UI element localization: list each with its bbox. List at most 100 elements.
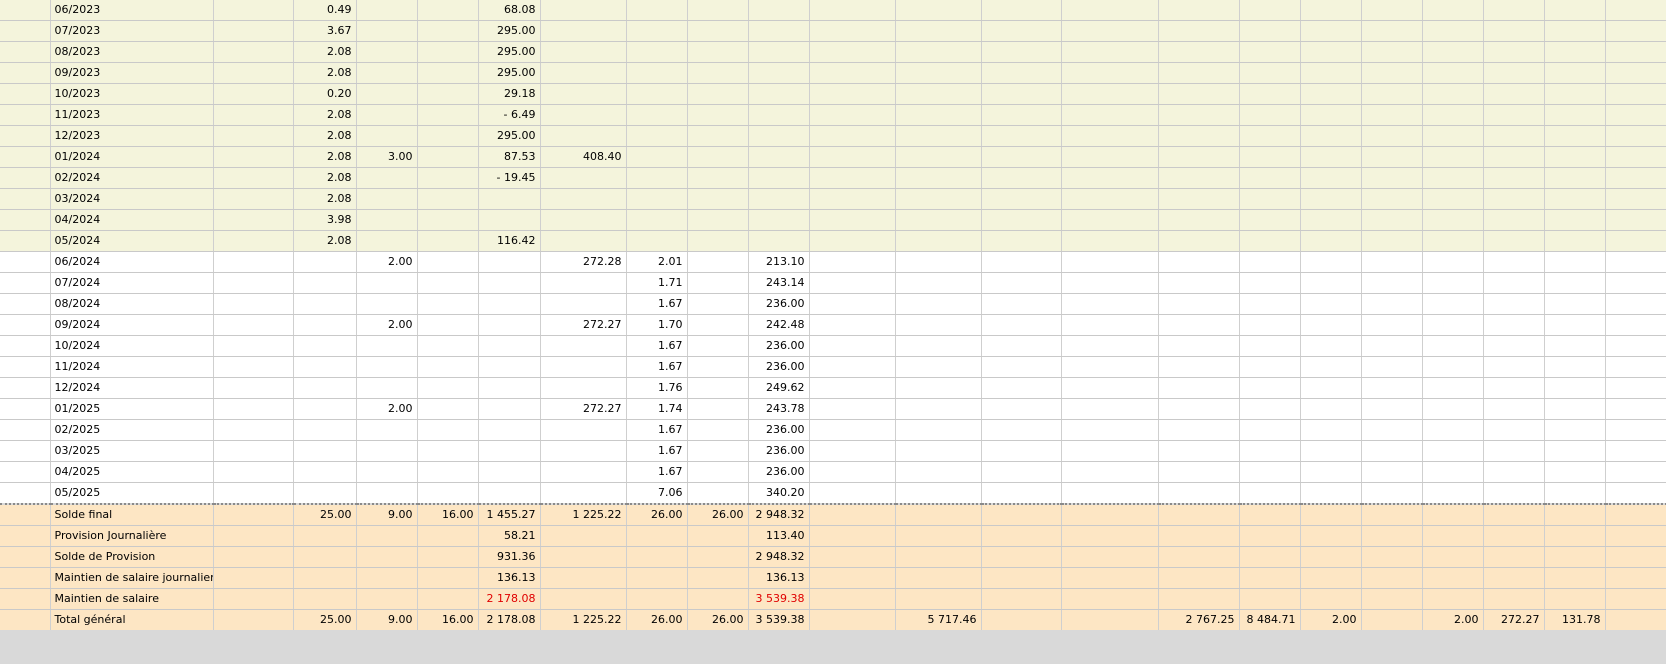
table-cell[interactable] — [1361, 525, 1423, 547]
table-cell[interactable] — [0, 567, 51, 589]
table-cell[interactable] — [293, 546, 357, 568]
table-cell[interactable]: 26.00 — [626, 504, 688, 526]
table-cell[interactable] — [417, 167, 479, 189]
table-cell[interactable] — [1544, 62, 1606, 84]
table-cell[interactable] — [1239, 377, 1301, 399]
table-cell[interactable] — [809, 504, 896, 526]
table-cell[interactable] — [895, 356, 982, 378]
table-cell[interactable]: 2.00 — [356, 251, 418, 273]
table-cell[interactable] — [1361, 377, 1423, 399]
table-cell[interactable] — [1544, 83, 1606, 105]
table-cell[interactable]: 5 717.46 — [895, 609, 982, 631]
table-cell[interactable] — [1300, 335, 1362, 357]
table-cell[interactable] — [540, 125, 627, 147]
table-cell[interactable] — [748, 62, 810, 84]
table-cell[interactable] — [0, 188, 51, 210]
table-cell[interactable] — [895, 293, 982, 315]
table-cell[interactable] — [1361, 20, 1423, 42]
table-cell[interactable] — [1483, 461, 1545, 483]
table-cell[interactable] — [417, 314, 479, 336]
table-cell[interactable] — [1605, 209, 1666, 231]
table-cell[interactable] — [809, 609, 896, 631]
table-cell[interactable] — [1422, 314, 1484, 336]
table-cell[interactable] — [1158, 419, 1240, 441]
table-cell[interactable] — [809, 20, 896, 42]
table-cell[interactable] — [1158, 525, 1240, 547]
table-cell[interactable] — [1061, 377, 1159, 399]
table-cell[interactable] — [626, 525, 688, 547]
table-cell[interactable] — [478, 188, 541, 210]
table-cell[interactable] — [1605, 230, 1666, 252]
table-cell[interactable] — [1239, 419, 1301, 441]
table-cell[interactable] — [1544, 588, 1606, 610]
table-cell[interactable] — [981, 41, 1062, 63]
table-cell[interactable] — [1422, 125, 1484, 147]
table-cell[interactable] — [1361, 41, 1423, 63]
table-cell[interactable] — [213, 525, 294, 547]
table-cell[interactable]: 136.13 — [478, 567, 541, 589]
table-cell[interactable]: 243.78 — [748, 398, 810, 420]
table-cell[interactable] — [1483, 125, 1545, 147]
table-cell[interactable] — [1483, 335, 1545, 357]
table-cell[interactable] — [1422, 293, 1484, 315]
table-cell[interactable] — [213, 251, 294, 273]
table-cell[interactable] — [687, 251, 749, 273]
table-cell[interactable] — [540, 62, 627, 84]
table-cell[interactable] — [1544, 209, 1606, 231]
table-cell[interactable] — [0, 104, 51, 126]
table-cell[interactable] — [809, 251, 896, 273]
table-cell[interactable] — [1300, 314, 1362, 336]
table-cell[interactable] — [478, 419, 541, 441]
table-cell[interactable]: 213.10 — [748, 251, 810, 273]
table-cell[interactable] — [417, 525, 479, 547]
table-cell[interactable] — [356, 188, 418, 210]
table-cell[interactable] — [1361, 461, 1423, 483]
table-cell[interactable] — [1061, 251, 1159, 273]
table-cell[interactable]: 2 767.25 — [1158, 609, 1240, 631]
table-cell[interactable] — [1544, 504, 1606, 526]
table-cell[interactable] — [1483, 567, 1545, 589]
table-cell[interactable] — [213, 398, 294, 420]
table-cell[interactable] — [1061, 62, 1159, 84]
table-cell[interactable] — [687, 83, 749, 105]
table-cell[interactable] — [1483, 83, 1545, 105]
table-cell[interactable] — [1544, 272, 1606, 294]
table-cell[interactable] — [1483, 104, 1545, 126]
table-cell[interactable] — [1239, 356, 1301, 378]
table-cell[interactable] — [478, 482, 541, 505]
table-cell[interactable] — [1239, 588, 1301, 610]
table-cell[interactable] — [1361, 167, 1423, 189]
table-cell[interactable]: 2.08 — [293, 104, 357, 126]
table-cell[interactable]: 1.67 — [626, 419, 688, 441]
table-cell[interactable] — [1605, 314, 1666, 336]
table-cell[interactable] — [1605, 525, 1666, 547]
table-cell[interactable]: 16.00 — [417, 609, 479, 631]
table-cell[interactable] — [748, 41, 810, 63]
table-cell[interactable] — [213, 209, 294, 231]
table-cell[interactable] — [626, 83, 688, 105]
table-cell[interactable] — [1300, 230, 1362, 252]
row-label-cell[interactable]: 11/2024 — [50, 356, 214, 378]
table-cell[interactable] — [626, 230, 688, 252]
table-cell[interactable] — [1158, 504, 1240, 526]
table-cell[interactable] — [1361, 251, 1423, 273]
row-label-cell[interactable]: Maintien de salaire journalier — [50, 567, 214, 589]
table-cell[interactable]: 1 225.22 — [540, 609, 627, 631]
table-cell[interactable] — [478, 272, 541, 294]
table-cell[interactable] — [1605, 62, 1666, 84]
table-cell[interactable] — [1422, 356, 1484, 378]
table-cell[interactable] — [1239, 209, 1301, 231]
table-cell[interactable] — [417, 419, 479, 441]
table-cell[interactable] — [1544, 125, 1606, 147]
table-cell[interactable] — [981, 314, 1062, 336]
table-cell[interactable]: 2.08 — [293, 125, 357, 147]
table-cell[interactable] — [1605, 504, 1666, 526]
table-cell[interactable] — [478, 440, 541, 462]
table-cell[interactable] — [1544, 567, 1606, 589]
table-cell[interactable] — [687, 377, 749, 399]
table-cell[interactable] — [417, 588, 479, 610]
table-cell[interactable] — [1061, 398, 1159, 420]
table-cell[interactable] — [356, 546, 418, 568]
table-cell[interactable] — [1422, 272, 1484, 294]
table-cell[interactable] — [1158, 398, 1240, 420]
